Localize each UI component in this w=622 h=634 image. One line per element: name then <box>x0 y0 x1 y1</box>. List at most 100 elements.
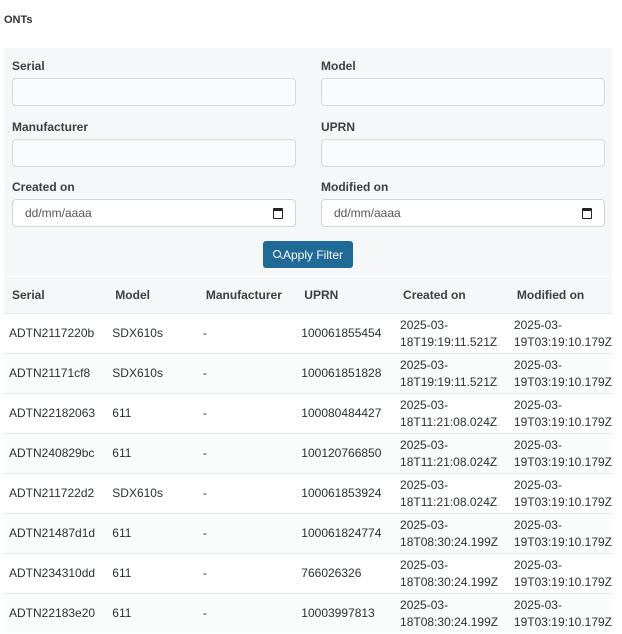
model-label: Model <box>321 59 356 73</box>
modified-date: 2025-03- <box>513 437 562 452</box>
cell-serial: ADTN21487d1d <box>4 513 108 554</box>
column-header-serial[interactable]: Serial <box>4 277 108 314</box>
table-row[interactable]: ADTN22182063 611-100080484427 2025-03- 18T1… <box>4 393 612 434</box>
created-date: 2025-03- <box>400 557 449 572</box>
column-header-manufacturer[interactable]: Manufacturer <box>197 277 297 314</box>
uprn-label: UPRN <box>321 120 356 134</box>
table-row[interactable]: ADTN240829bc 611-100120766850 2025-03- 18T1… <box>4 433 612 474</box>
created-date: 2025-03- <box>400 477 449 492</box>
created-time: 18T11:21:08.024Z <box>400 494 498 509</box>
modified-date: 2025-03- <box>513 317 562 332</box>
cell-manufacturer: - <box>197 433 297 474</box>
cell-manufacturer: - <box>197 313 297 354</box>
table-row[interactable]: ADTN22183e20 611-10003997813 2025-03- 18T08… <box>4 593 612 633</box>
cell-model: SDX610s <box>107 353 198 394</box>
table-header-row: Serial Model Manufacturer UPRN Created o… <box>4 277 612 314</box>
table-row[interactable]: ADTN21487d1d 611-100061824774 2025-03- 18T0… <box>4 513 612 554</box>
modified-date: 2025-03- <box>513 357 562 372</box>
created-on-placeholder: dd/mm/aaaa <box>25 206 92 220</box>
column-header-created-on[interactable]: Created on <box>395 277 509 314</box>
calendar-icon[interactable] <box>273 207 283 219</box>
cell-manufacturer: - <box>197 473 297 514</box>
table-row[interactable]: ADTN211722d2 SDX610s -100061853924 2025-03-… <box>4 473 612 514</box>
column-header-modified-on[interactable]: Modified on <box>508 277 612 314</box>
cell-created-on: 2025-03- 18T11:21:08.024Z <box>395 433 509 474</box>
cell-model: SDX610s <box>107 473 198 514</box>
manufacturer-input[interactable] <box>12 139 296 167</box>
modified-date: 2025-03- <box>513 517 562 532</box>
created-date: 2025-03- <box>400 357 449 372</box>
cell-serial: ADTN234310dd <box>4 553 108 594</box>
created-time: 18T19:19:11.521Z <box>400 374 498 389</box>
apply-filter-label: Apply Filter <box>282 247 344 262</box>
cell-model: 611 <box>107 513 198 554</box>
created-on-label: Created on <box>12 180 75 194</box>
serial-label: Serial <box>12 59 45 73</box>
created-date: 2025-03- <box>400 437 449 452</box>
calendar-icon[interactable] <box>582 207 592 219</box>
modified-time: 19T03:19:10.179Z <box>513 414 612 429</box>
modified-time: 19T03:19:10.179Z <box>513 574 612 589</box>
created-time: 18T11:21:08.024Z <box>400 454 498 469</box>
cell-uprn: 100061851828 <box>296 353 396 394</box>
created-time: 18T08:30:24.199Z <box>400 614 499 629</box>
cell-serial: ADTN2117220b <box>4 313 108 354</box>
table-row[interactable]: ADTN234310dd 611-766026326 2025-03- 18T08:3… <box>4 553 612 594</box>
cell-created-on: 2025-03- 18T08:30:24.199Z <box>395 513 509 554</box>
created-on-date-input[interactable]: dd/mm/aaaa <box>12 199 296 227</box>
table-row[interactable]: ADTN21171cf8 SDX610s -100061851828 2025-03-… <box>4 353 612 394</box>
created-time: 18T19:19:11.521Z <box>400 334 498 349</box>
onts-table: Serial Model Manufacturer UPRN Created o… <box>4 277 612 633</box>
modified-date: 2025-03- <box>513 557 562 572</box>
modified-date: 2025-03- <box>513 397 562 412</box>
cell-model: SDX610s <box>107 313 198 354</box>
cell-manufacturer: - <box>197 593 297 633</box>
cell-uprn: 10003997813 <box>296 593 396 633</box>
created-date: 2025-03- <box>400 397 449 412</box>
modified-time: 19T03:19:10.179Z <box>513 454 612 469</box>
cell-created-on: 2025-03- 18T08:30:24.199Z <box>395 593 509 633</box>
cell-serial: ADTN240829bc <box>4 433 108 474</box>
created-date: 2025-03- <box>400 517 449 532</box>
cell-model: 611 <box>107 393 198 434</box>
cell-uprn: 100080484427 <box>296 393 396 434</box>
modified-on-date-input[interactable]: dd/mm/aaaa <box>321 199 605 227</box>
cell-serial: ADTN211722d2 <box>4 473 108 514</box>
cell-manufacturer: - <box>197 353 297 394</box>
modified-date: 2025-03- <box>513 597 562 612</box>
cell-modified-on: 2025-03- 19T03:19:10.179Z <box>508 473 612 514</box>
serial-input[interactable] <box>12 78 296 106</box>
cell-created-on: 2025-03- 18T19:19:11.521Z <box>395 353 509 394</box>
column-header-uprn[interactable]: UPRN <box>296 277 396 314</box>
cell-uprn: 100061855454 <box>296 313 396 354</box>
cell-serial: ADTN22182063 <box>4 393 108 434</box>
modified-time: 19T03:19:10.179Z <box>513 494 612 509</box>
cell-manufacturer: - <box>197 553 297 594</box>
modified-on-placeholder: dd/mm/aaaa <box>334 206 401 220</box>
cell-modified-on: 2025-03- 19T03:19:10.179Z <box>508 393 612 434</box>
modified-on-label: Modified on <box>321 180 389 194</box>
cell-modified-on: 2025-03- 19T03:19:10.179Z <box>508 593 612 633</box>
modified-date: 2025-03- <box>513 477 562 492</box>
cell-serial: ADTN21171cf8 <box>4 353 108 394</box>
table-row[interactable]: ADTN2117220b SDX610s -100061855454 2025-03-… <box>4 313 612 354</box>
apply-filter-button[interactable]: Apply Filter <box>263 241 353 268</box>
created-time: 18T08:30:24.199Z <box>400 574 499 589</box>
cell-created-on: 2025-03- 18T08:30:24.199Z <box>395 553 509 594</box>
page-title: ONTs <box>4 14 33 26</box>
cell-uprn: 766026326 <box>296 553 396 594</box>
cell-created-on: 2025-03- 18T11:21:08.024Z <box>395 393 509 434</box>
cell-model: 611 <box>107 593 198 633</box>
uprn-input[interactable] <box>321 139 605 167</box>
model-input[interactable] <box>321 78 605 106</box>
cell-manufacturer: - <box>197 393 297 434</box>
created-time: 18T11:21:08.024Z <box>400 414 498 429</box>
column-header-model[interactable]: Model <box>107 277 198 314</box>
created-time: 18T08:30:24.199Z <box>400 534 499 549</box>
modified-time: 19T03:19:10.179Z <box>513 374 612 389</box>
cell-modified-on: 2025-03- 19T03:19:10.179Z <box>508 553 612 594</box>
modified-time: 19T03:19:10.179Z <box>513 614 612 629</box>
search-icon <box>272 249 281 258</box>
cell-created-on: 2025-03- 18T19:19:11.521Z <box>395 313 509 354</box>
cell-modified-on: 2025-03- 19T03:19:10.179Z <box>508 313 612 354</box>
